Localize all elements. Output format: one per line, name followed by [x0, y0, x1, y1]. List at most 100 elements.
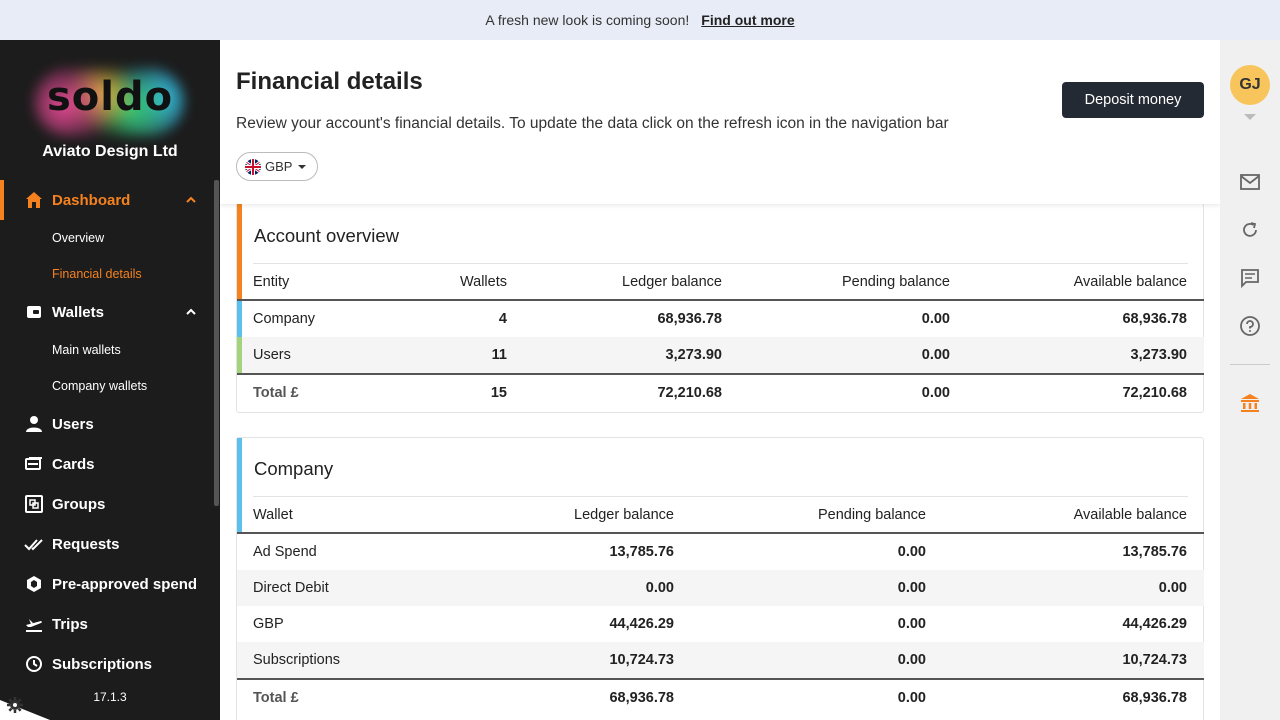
page-title: Financial details	[236, 68, 423, 95]
currency-value: GBP	[265, 159, 293, 174]
right-rail: GJ	[1220, 40, 1280, 720]
table-row[interactable]: Ad Spend 13,785.76 0.00 13,785.76	[237, 534, 1204, 570]
sidebar: soldo Aviato Design Ltd Dashboard Overvi…	[0, 40, 220, 720]
nav-requests[interactable]: Requests	[0, 524, 214, 564]
account-overview-table: Entity Wallets Ledger balance Pending ba…	[237, 264, 1204, 411]
caret-down-icon	[298, 164, 307, 169]
row-available: 13,785.76	[1122, 544, 1187, 560]
main-content: Account overview Entity Wallets Ledger b…	[220, 40, 1220, 720]
row-ledger: 0.00	[645, 580, 674, 596]
nav-users[interactable]: Users	[0, 404, 214, 444]
nav-wallets[interactable]: Wallets	[0, 292, 214, 332]
col-pending: Pending balance	[841, 273, 950, 290]
row-available: 44,426.29	[1122, 616, 1187, 632]
user-icon	[24, 414, 44, 434]
rail-divider	[1230, 364, 1270, 365]
account-overview-title: Account overview	[254, 225, 399, 246]
find-out-more-link[interactable]: Find out more	[701, 12, 794, 28]
row-wallets: 4	[498, 311, 507, 327]
chat-icon[interactable]	[1238, 266, 1262, 290]
col-wallet: Wallet	[253, 506, 293, 523]
nav-groups-label: Groups	[52, 495, 106, 513]
table-row[interactable]: Subscriptions 10,724.73 0.00 10,724.73	[237, 642, 1204, 678]
row-available: 68,936.78	[1122, 311, 1187, 327]
gear-icon[interactable]	[6, 696, 24, 714]
hexagon-icon	[24, 574, 44, 594]
mail-icon[interactable]	[1238, 170, 1262, 194]
cards-icon	[24, 454, 44, 474]
nav-trips-label: Trips	[52, 615, 88, 633]
table-row[interactable]: Direct Debit 0.00 0.00 0.00	[237, 570, 1204, 606]
nav-subscriptions-label: Subscriptions	[52, 655, 153, 673]
nav-wallets-label: Wallets	[52, 303, 104, 321]
nav-financial-details[interactable]: Financial details	[0, 256, 214, 292]
row-ledger: 3,273.90	[665, 347, 722, 363]
clock-icon	[24, 654, 44, 674]
row-wallet: Direct Debit	[253, 580, 329, 596]
banner-text: A fresh new look is coming soon!	[485, 12, 690, 28]
table-row[interactable]: Users 11 3,273.90 0.00 3,273.90	[237, 337, 1204, 373]
total-pending: 0.00	[921, 385, 950, 401]
row-entity: Company	[253, 311, 316, 327]
nav-overview[interactable]: Overview	[0, 220, 214, 256]
total-available: 68,936.78	[1122, 690, 1187, 706]
nav-pre-approved-label: Pre-approved spend	[52, 575, 198, 593]
nav-dashboard[interactable]: Dashboard	[0, 180, 214, 220]
col-wallets: Wallets	[460, 273, 507, 290]
col-ledger: Ledger balance	[622, 273, 722, 290]
nav-company-wallets[interactable]: Company wallets	[0, 368, 214, 404]
row-ledger: 13,785.76	[609, 544, 674, 560]
refresh-icon[interactable]	[1238, 218, 1262, 242]
nav-subscriptions[interactable]: Subscriptions	[0, 644, 214, 684]
bank-icon[interactable]	[1238, 391, 1262, 415]
col-entity: Entity	[253, 273, 290, 290]
soldo-logo[interactable]: soldo	[30, 62, 190, 142]
total-available: 72,210.68	[1122, 385, 1187, 401]
company-card: Company Wallet Ledger balance Pending ba…	[236, 437, 1204, 720]
row-entity: Users	[253, 347, 291, 363]
caret-down-icon[interactable]	[1244, 114, 1256, 120]
total-ledger: 72,210.68	[657, 385, 722, 401]
table-total-row: Total £ 68,936.78 0.00 68,936.78	[237, 678, 1204, 716]
wallet-icon	[24, 302, 44, 322]
nav-pre-approved-spend[interactable]: Pre-approved spend	[0, 564, 214, 604]
chevron-up-icon[interactable]	[184, 305, 198, 319]
avatar[interactable]: GJ	[1230, 65, 1270, 105]
total-ledger: 68,936.78	[609, 690, 674, 706]
help-icon[interactable]	[1238, 314, 1262, 338]
company-marker	[237, 301, 242, 337]
table-total-row: Total £ 15 72,210.68 0.00 72,210.68	[237, 373, 1204, 411]
plane-icon	[24, 614, 44, 634]
row-wallet: GBP	[253, 616, 284, 632]
row-ledger: 44,426.29	[609, 616, 674, 632]
groups-icon	[24, 494, 44, 514]
nav-dashboard-label: Dashboard	[52, 191, 131, 209]
row-ledger: 10,724.73	[609, 652, 674, 668]
sidebar-scrollbar[interactable]	[214, 180, 219, 506]
users-marker	[237, 337, 242, 373]
row-pending: 0.00	[897, 544, 926, 560]
table-row[interactable]: GBP 44,426.29 0.00 44,426.29	[237, 606, 1204, 642]
row-pending: 0.00	[897, 580, 926, 596]
row-available: 3,273.90	[1130, 347, 1187, 363]
col-available: Available balance	[1073, 506, 1187, 523]
chevron-up-icon[interactable]	[184, 193, 198, 207]
nav-cards[interactable]: Cards	[0, 444, 214, 484]
currency-selector[interactable]: GBP	[236, 152, 318, 181]
nav-main-wallets[interactable]: Main wallets	[0, 332, 214, 368]
col-available: Available balance	[1073, 273, 1187, 290]
row-wallets: 11	[491, 347, 507, 363]
main-nav: Dashboard Overview Financial details Wal…	[0, 180, 214, 684]
table-row[interactable]: Company 4 68,936.78 0.00 68,936.78	[237, 301, 1204, 337]
uk-flag-icon	[245, 158, 261, 175]
nav-cards-label: Cards	[52, 455, 95, 473]
total-wallets: 15	[490, 385, 507, 401]
double-check-icon	[24, 534, 44, 554]
table-header: Wallet Ledger balance Pending balance Av…	[237, 497, 1204, 534]
deposit-money-button[interactable]: Deposit money	[1062, 82, 1204, 118]
nav-trips[interactable]: Trips	[0, 604, 214, 644]
company-table: Wallet Ledger balance Pending balance Av…	[237, 497, 1204, 716]
company-name: Aviato Design Ltd	[42, 143, 178, 160]
nav-groups[interactable]: Groups	[0, 484, 214, 524]
total-pending: 0.00	[897, 690, 926, 706]
